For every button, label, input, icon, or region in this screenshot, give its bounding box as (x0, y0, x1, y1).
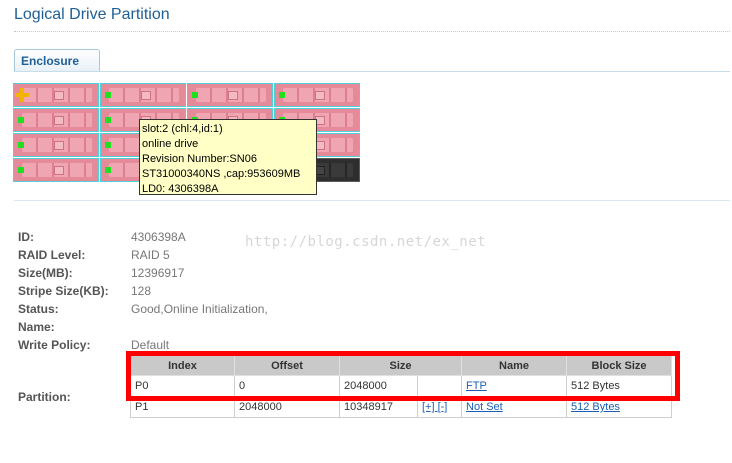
status-led-icon (18, 117, 24, 123)
cell-size: 10348917 (339, 396, 418, 418)
cell-block-size: 512 Bytes (566, 396, 673, 418)
drive-slot[interactable] (13, 158, 99, 182)
status-led-icon (105, 167, 111, 173)
table-row: P0 0 2048000 FTP 512 Bytes (130, 375, 673, 397)
plus-icon (15, 88, 29, 102)
column-header-offset: Offset (234, 355, 340, 376)
drive-latch-graphic (54, 166, 64, 175)
column-header-index: Index (130, 355, 235, 376)
cell-index: P1 (130, 396, 235, 418)
info-value-status: Good,Online Initialization, (131, 302, 268, 316)
tooltip-model-capacity: ST31000340NS ,cap:953609MB (142, 168, 301, 180)
tooltip-slot: slot:2 (chl:4,id:1) (142, 123, 223, 135)
drive-latch-graphic (315, 91, 325, 100)
status-led-icon (18, 167, 24, 173)
info-value-size: 12396917 (131, 266, 185, 280)
cell-block-size: 512 Bytes (566, 375, 673, 397)
info-label-size: Size(MB): (18, 266, 73, 280)
drive-latch-graphic (54, 141, 64, 150)
cell-offset: 2048000 (234, 396, 340, 418)
partition-header-row: Index Offset Size Name Block Size (130, 355, 673, 376)
info-label-status: Status: (18, 302, 59, 316)
status-led-icon (105, 117, 111, 123)
status-led-icon (279, 92, 285, 98)
tooltip-logical-drive: LD0: 4306398A (142, 183, 219, 195)
drive-latch-graphic (54, 91, 64, 100)
watermark: http://blog.csdn.net/ex_net (245, 234, 487, 250)
drive-slot[interactable] (13, 108, 99, 132)
info-value-raid-level: RAID 5 (131, 248, 170, 262)
page-title: Logical Drive Partition (14, 6, 170, 23)
drive-latch-graphic (54, 116, 64, 125)
cell-name: FTP (461, 375, 568, 397)
info-label-write-policy: Write Policy: (18, 338, 91, 352)
tooltip-revision: Revision Number:SN06 (142, 153, 257, 165)
cell-offset: 0 (234, 375, 340, 397)
info-label-name: Name: (18, 320, 55, 334)
status-led-icon (18, 142, 24, 148)
column-header-name: Name (461, 355, 568, 376)
drive-latch-graphic (228, 91, 238, 100)
drive-slot[interactable] (13, 83, 99, 107)
cell-name: Not Set (461, 396, 568, 418)
status-led-icon (105, 92, 111, 98)
info-label-id: ID: (18, 230, 34, 244)
section-divider (14, 200, 730, 201)
drive-slot[interactable] (187, 83, 273, 107)
status-led-icon (192, 92, 198, 98)
info-value-id: 4306398A (131, 230, 186, 244)
status-led-icon (105, 142, 111, 148)
partition-name-link[interactable]: FTP (466, 380, 487, 392)
table-row: P1 2048000 10348917 [+] [-] Not Set 512 … (130, 396, 673, 418)
info-label-raid-level: RAID Level: (18, 248, 86, 262)
title-divider (14, 31, 730, 32)
column-header-block-size: Block Size (566, 355, 673, 376)
column-header-size: Size (338, 355, 463, 376)
cell-size-controls: [+] [-] (416, 396, 463, 418)
block-size-link[interactable]: 512 Bytes (571, 401, 620, 413)
drive-latch-graphic (141, 91, 151, 100)
drive-slot[interactable] (100, 83, 186, 107)
cell-size: 2048000 (339, 375, 418, 397)
info-value-write-policy: Default (131, 338, 170, 352)
info-label-stripe-size: Stripe Size(KB): (18, 284, 109, 298)
drive-tooltip: slot:2 (chl:4,id:1) online drive Revisio… (139, 119, 317, 195)
tab-divider (14, 71, 730, 72)
cell-size-controls (416, 375, 463, 397)
tooltip-state: online drive (142, 138, 199, 150)
partition-label: Partition: (18, 390, 71, 404)
partition-name-link[interactable]: Not Set (466, 401, 503, 413)
tab-enclosure[interactable]: Enclosure (14, 49, 100, 71)
drive-slot[interactable] (274, 83, 360, 107)
drive-slot[interactable] (13, 133, 99, 157)
info-value-stripe-size: 128 (131, 284, 152, 298)
resize-controls-link[interactable]: [+] [-] (422, 401, 447, 413)
cell-index: P0 (130, 375, 235, 397)
partition-table: Index Offset Size Name Block Size P0 0 2… (130, 355, 673, 418)
